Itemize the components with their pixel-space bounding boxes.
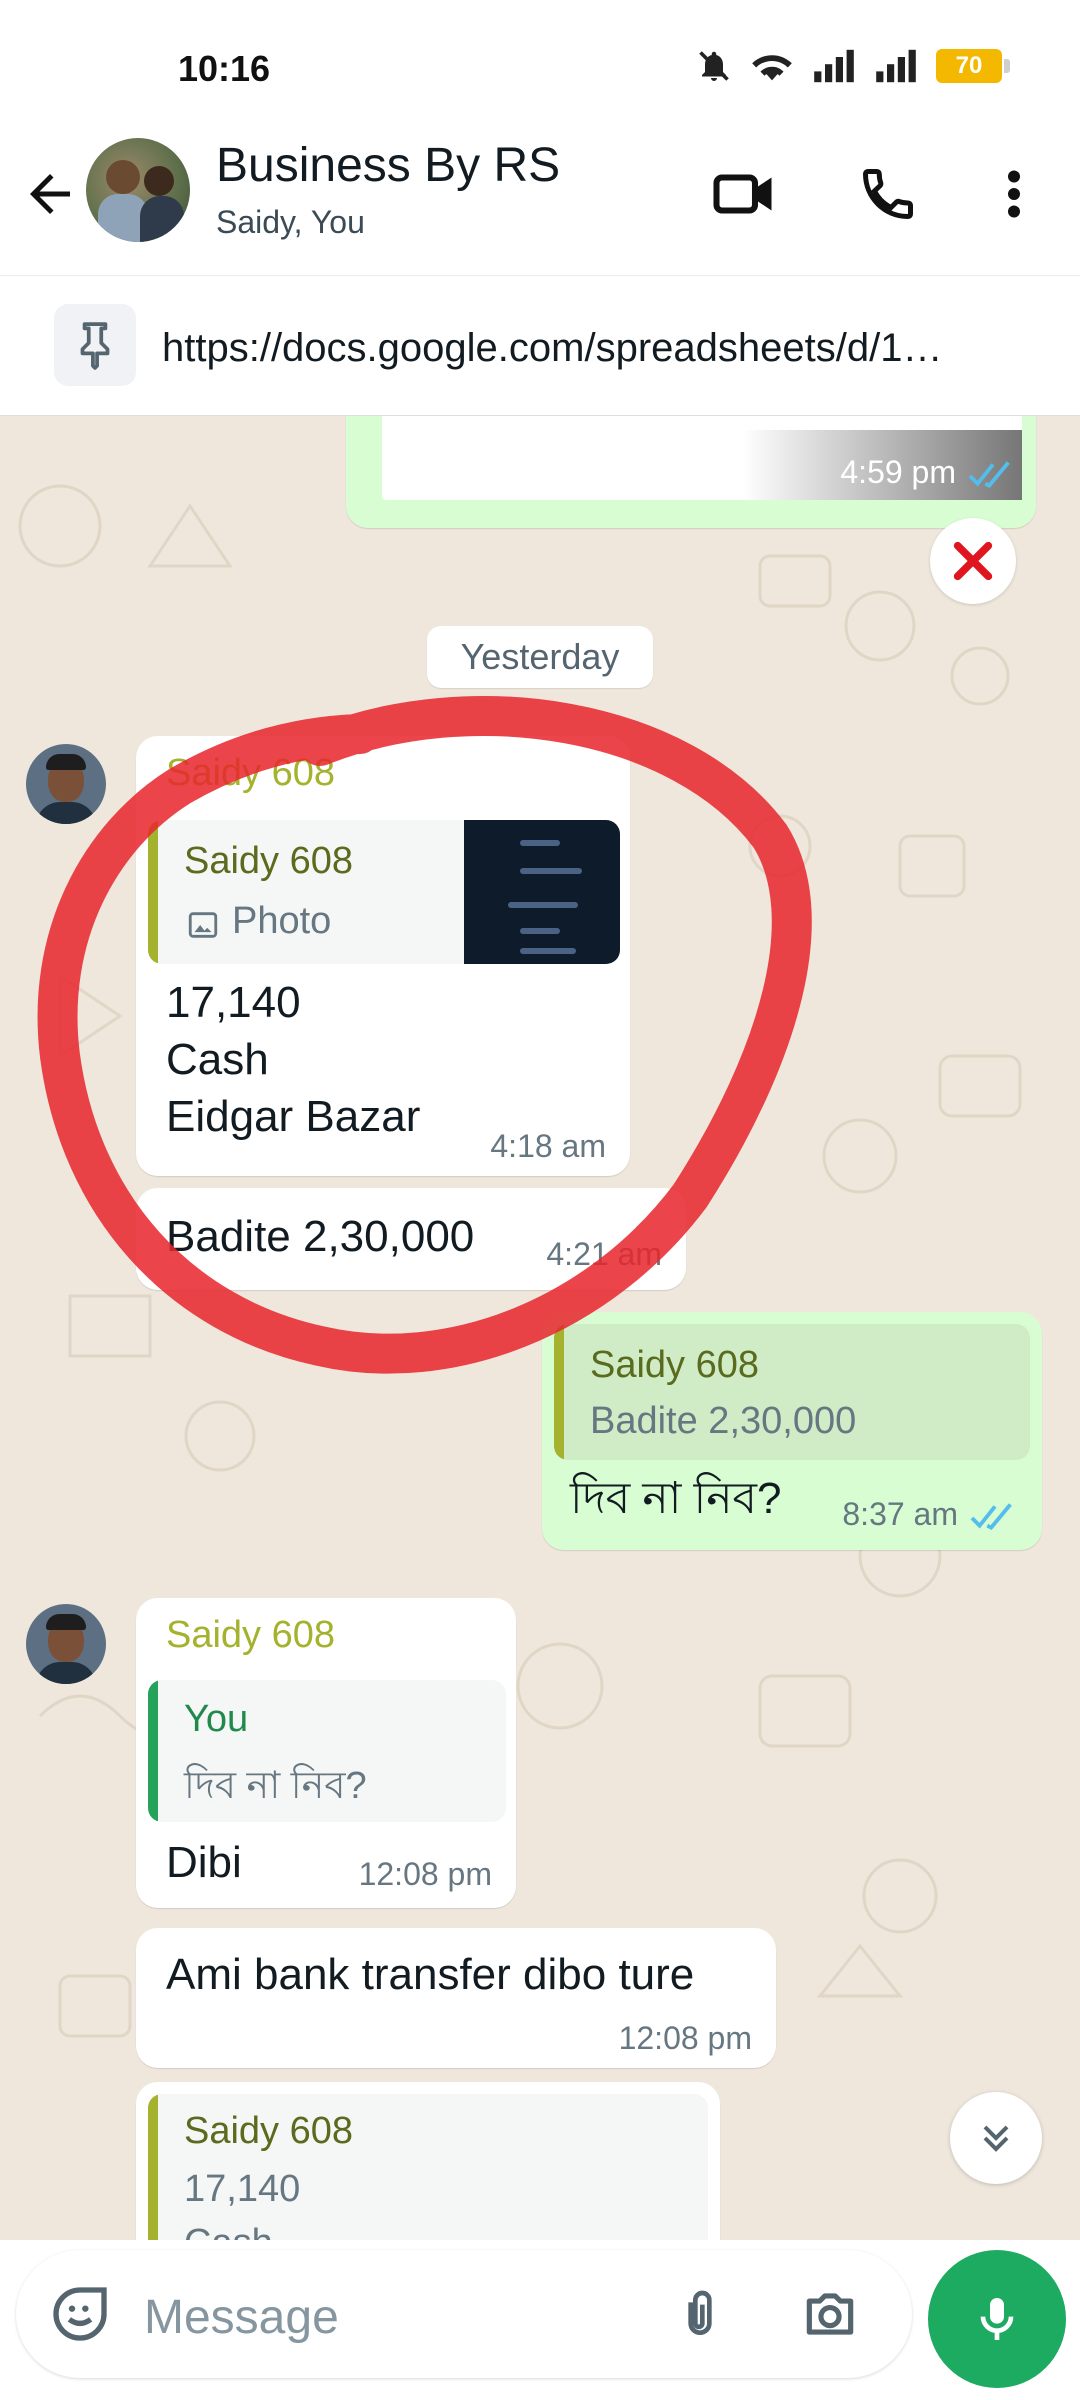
status-icons: 70: [696, 48, 1010, 84]
back-button[interactable]: [20, 164, 80, 224]
arrow-left-icon: [30, 174, 70, 214]
message-input[interactable]: Message: [144, 2290, 339, 2345]
message-time: 4:21 am: [546, 1236, 662, 1272]
chat-area[interactable]: 4:59 pm Yesterday Saidy 608 Saidy 608 Ph…: [0, 416, 1080, 2240]
mic-icon: [980, 2298, 1014, 2340]
scroll-to-bottom-button[interactable]: [950, 2092, 1042, 2184]
more-options-icon: [1008, 170, 1020, 218]
message-composer: Message: [16, 2250, 912, 2378]
photo-icon: [188, 912, 218, 938]
message-text: দিব না নিব?: [570, 1474, 782, 1523]
reply-quote[interactable]: Saidy 608 Badite 2,30,000: [554, 1324, 1030, 1460]
video-call-icon: [713, 174, 772, 214]
attach-icon: [688, 2290, 712, 2335]
message-text: Ami bank transfer dibo ture: [166, 1950, 695, 1999]
message-bubble-incoming[interactable]: Ami bank transfer dibo ture 12:08 pm: [136, 1928, 776, 2068]
camera-icon: [806, 2293, 854, 2335]
more-options-button[interactable]: [976, 156, 1052, 232]
message-bubble-incoming[interactable]: Saidy 608 You দিব না নিব? Dibi 12:08 pm: [136, 1598, 516, 1908]
quote-sender: Saidy 608: [184, 2110, 354, 2152]
message-line: Eidgar Bazar: [166, 1092, 421, 1141]
video-call-button[interactable]: [706, 156, 782, 232]
photo-thumbnail[interactable]: [464, 820, 620, 964]
status-time: 10:16: [178, 48, 271, 89]
sender-name[interactable]: Saidy 608: [166, 1614, 335, 1657]
voice-call-button[interactable]: [850, 156, 926, 232]
phone-call-icon: [862, 169, 913, 220]
message-time: 12:08 pm: [358, 1856, 492, 1892]
status-bar: 10:16 70: [0, 0, 1080, 130]
message-bubble-incoming[interactable]: Saidy 608 17,140 Cash: [136, 2082, 720, 2240]
bell-off-icon: [699, 51, 729, 81]
wifi-icon: [752, 55, 792, 81]
pinned-message-bar[interactable]: https://docs.google.com/spreadsheets/d/1…: [0, 276, 1080, 416]
quote-text: 17,140: [184, 2168, 301, 2210]
reply-quote[interactable]: Saidy 608 17,140 Cash: [148, 2094, 708, 2240]
message-time: 4:18 am: [490, 1128, 606, 1164]
quote-sender: You: [184, 1698, 249, 1740]
message-bubble-outgoing[interactable]: 4:59 pm: [346, 416, 1036, 528]
reply-quote[interactable]: You দিব না নিব?: [148, 1680, 506, 1822]
signal-icon: [876, 49, 916, 83]
group-avatar[interactable]: [86, 138, 190, 242]
quote-text: Cash: [184, 2222, 273, 2240]
attach-button[interactable]: [666, 2280, 734, 2348]
reply-quote[interactable]: Saidy 608 Photo: [148, 820, 620, 964]
message-text: Badite 2,30,000: [166, 1212, 475, 1261]
message-line: 17,140: [166, 978, 301, 1027]
sticker-button[interactable]: [46, 2280, 114, 2348]
quote-sender: Saidy 608: [590, 1344, 760, 1386]
message-time: 4:59 pm: [840, 454, 956, 490]
quote-sender: Saidy 608: [184, 840, 354, 882]
pin-icon: [54, 304, 136, 386]
close-icon: [953, 541, 993, 581]
message-time: 8:37 am: [842, 1496, 958, 1532]
chat-header: Business By RS Saidy, You: [0, 130, 1080, 276]
message-bubble-outgoing[interactable]: Saidy 608 Badite 2,30,000 দিব না নিব? 8:…: [542, 1312, 1042, 1550]
sender-name[interactable]: Saidy 608: [166, 752, 335, 795]
sender-avatar[interactable]: [26, 1604, 106, 1684]
quote-text: দিব না নিব?: [184, 1765, 367, 1807]
signal-icon: [814, 49, 854, 83]
double-check-icon: [968, 461, 1010, 488]
battery-level: 70: [955, 52, 983, 79]
message-text: Dibi: [166, 1838, 242, 1887]
chevron-double-down-icon: [983, 2125, 1009, 2152]
sender-avatar[interactable]: [26, 744, 106, 824]
date-divider: Yesterday: [427, 626, 653, 688]
quote-text: Photo: [232, 900, 332, 942]
double-check-icon: [970, 1503, 1012, 1530]
battery-icon: 70: [936, 49, 1010, 83]
message-bubble-incoming[interactable]: Badite 2,30,000 4:21 am: [136, 1188, 686, 1290]
voice-message-button[interactable]: [928, 2250, 1066, 2388]
camera-button[interactable]: [796, 2280, 864, 2348]
remove-button[interactable]: [930, 518, 1016, 604]
message-bubble-incoming[interactable]: Saidy 608 Saidy 608 Photo 17,140 Cash Ei…: [136, 736, 630, 1176]
quote-text: Badite 2,30,000: [590, 1400, 857, 1442]
sticker-icon: [53, 2287, 107, 2341]
pinned-link[interactable]: https://docs.google.com/spreadsheets/d/1…: [162, 326, 1042, 371]
message-line: Cash: [166, 1035, 269, 1084]
chat-participants[interactable]: Saidy, You: [216, 204, 365, 241]
chat-title[interactable]: Business By RS: [216, 138, 560, 193]
message-time: 12:08 pm: [618, 2020, 752, 2056]
